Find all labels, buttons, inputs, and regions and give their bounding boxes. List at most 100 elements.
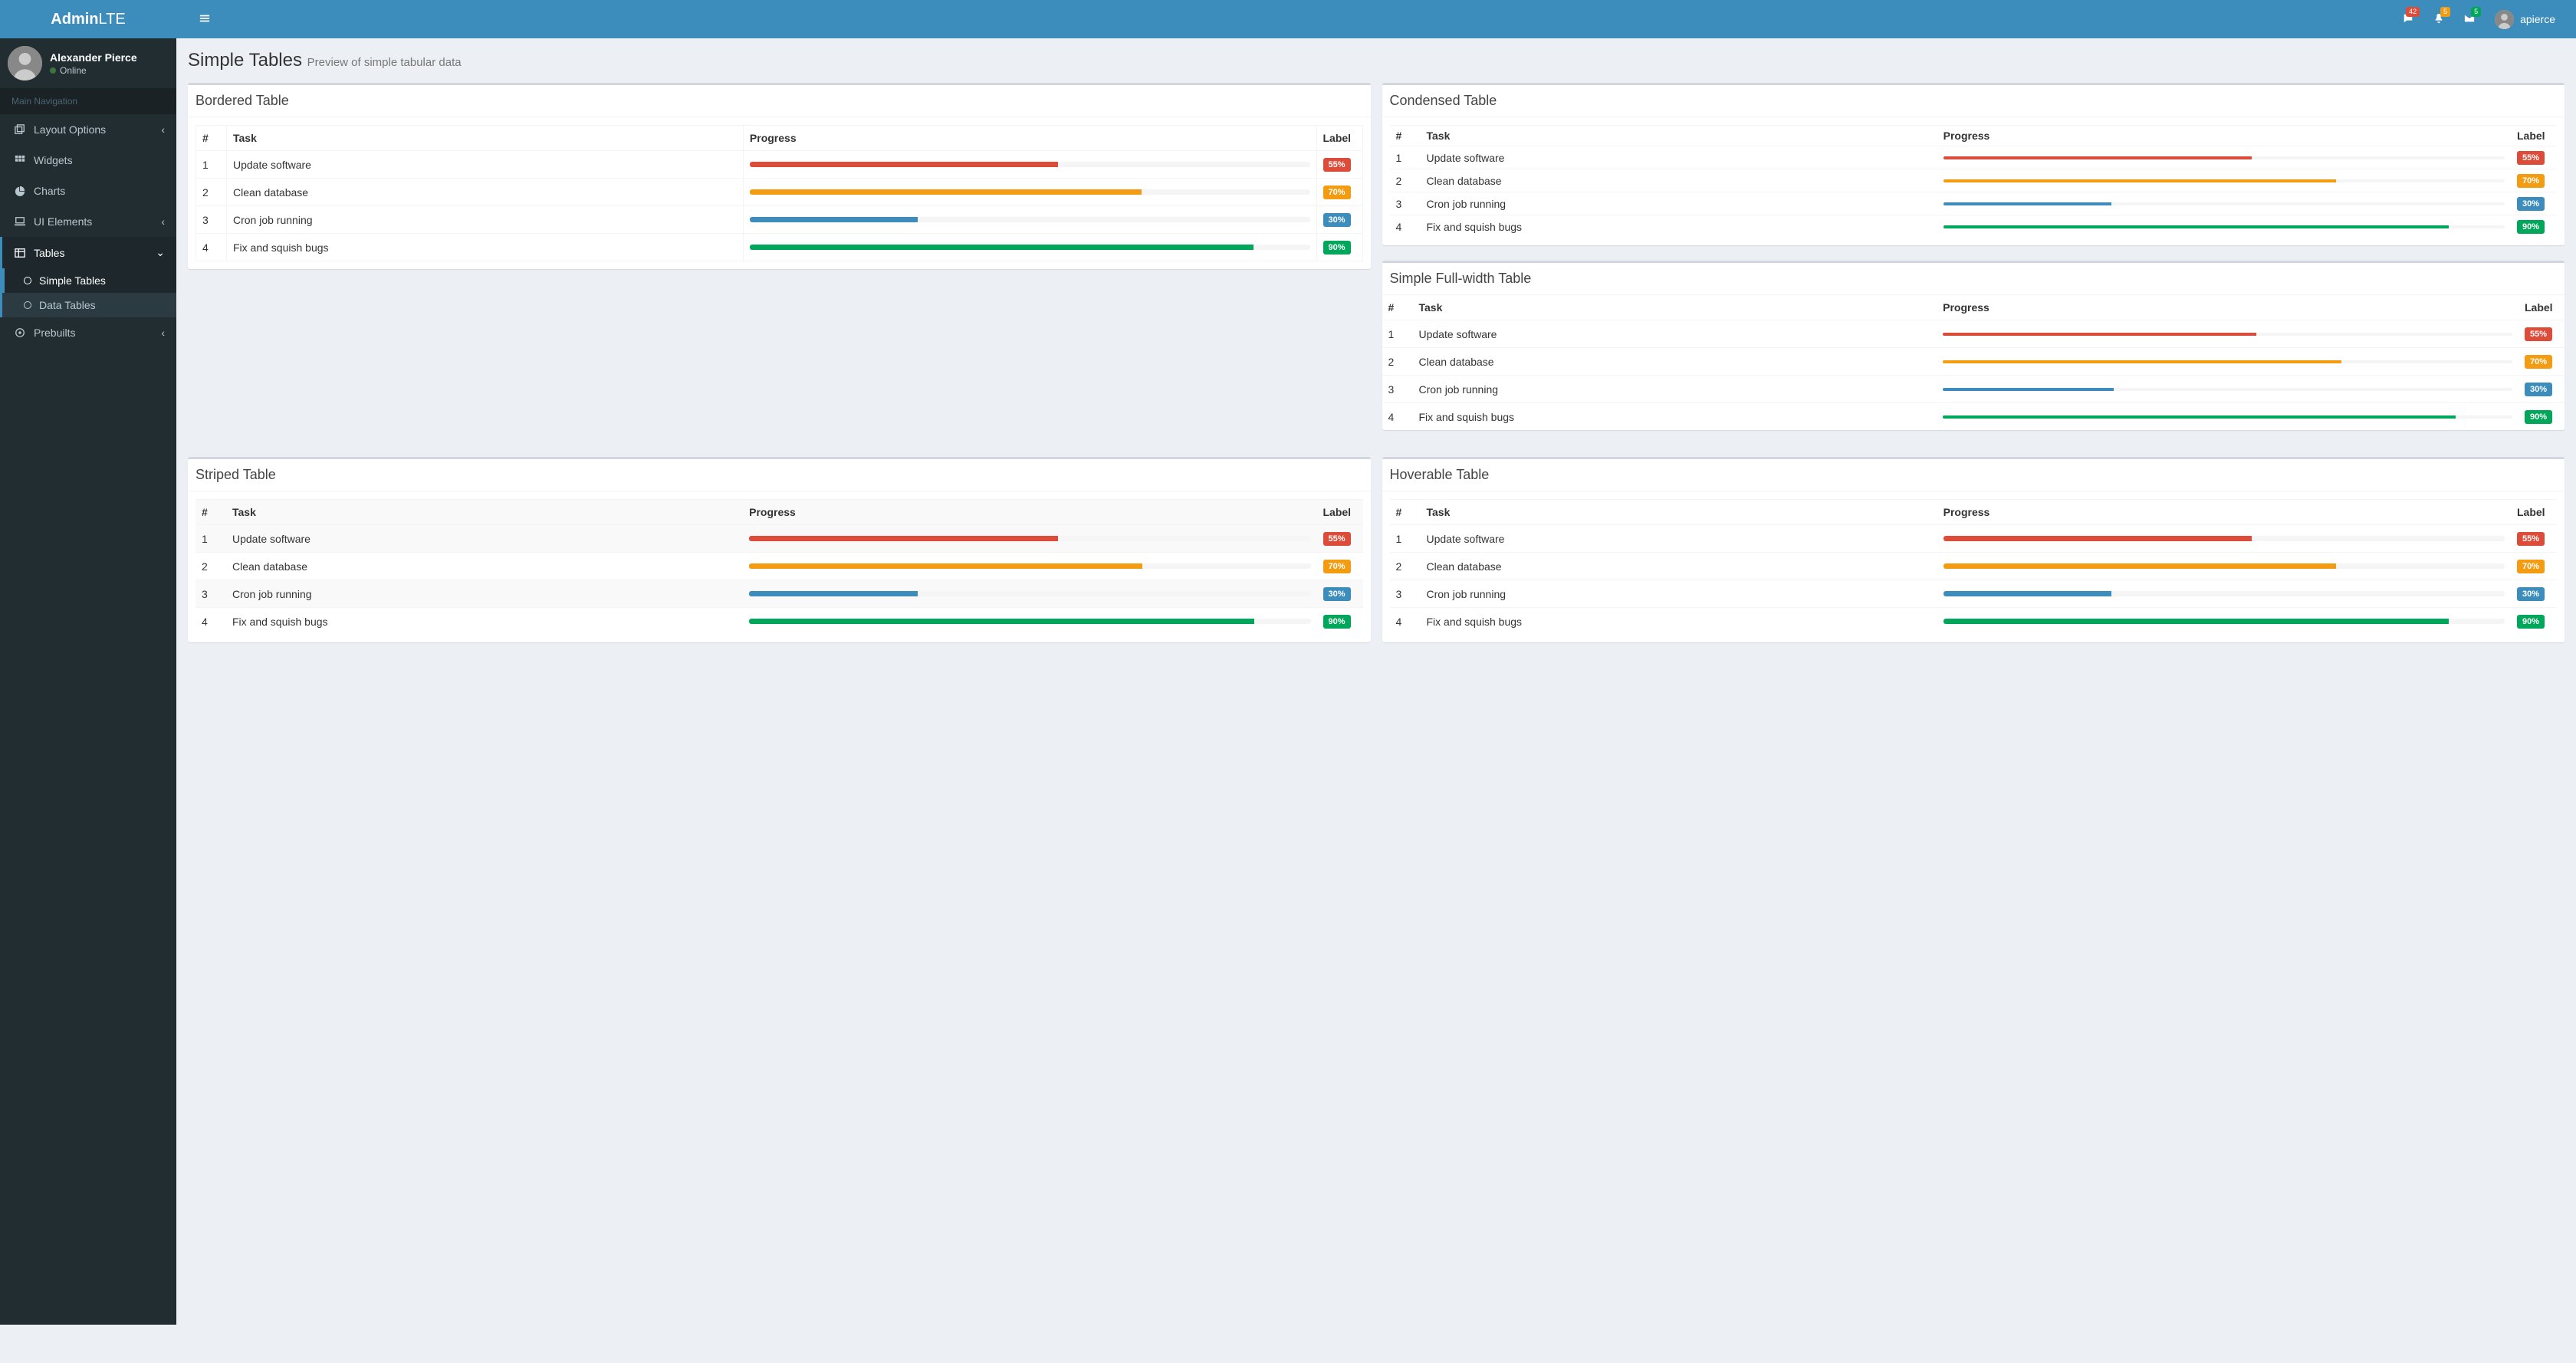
table-row: 4Fix and squish bugs90% bbox=[1390, 215, 2558, 238]
nav-user-menu[interactable]: apierce bbox=[2486, 10, 2564, 29]
row-num: 1 bbox=[1382, 320, 1413, 348]
row-progress bbox=[1937, 348, 2518, 376]
row-num: 3 bbox=[1382, 376, 1413, 403]
sidebar-item-label: Widgets bbox=[34, 154, 73, 166]
sidebar-item-prebuilts[interactable]: Prebuilts ‹ bbox=[0, 317, 176, 348]
row-progress bbox=[743, 608, 1316, 636]
sidebar-toggle-button[interactable] bbox=[188, 2, 222, 38]
col-label: Label bbox=[2511, 126, 2557, 146]
row-progress bbox=[743, 580, 1316, 608]
row-task: Update software bbox=[226, 525, 743, 553]
col-task: Task bbox=[226, 500, 743, 525]
sidebar-item-tables[interactable]: Tables ⌄ Simple Tables Data Tables bbox=[0, 237, 176, 317]
row-progress bbox=[1937, 320, 2518, 348]
table-row: 1Update software55% bbox=[196, 525, 1363, 553]
row-label: 90% bbox=[1316, 234, 1362, 261]
row-task: Clean database bbox=[1413, 348, 1937, 376]
sidebar-subitem-data-tables[interactable]: Data Tables bbox=[2, 293, 176, 317]
bordered-table: #TaskProgressLabel1Update software55%2Cl… bbox=[196, 125, 1363, 261]
hoverable-table: #TaskProgressLabel1Update software55%2Cl… bbox=[1390, 499, 2558, 635]
striped-table-box: Striped Table #TaskProgressLabel1Update … bbox=[188, 457, 1371, 642]
navbar: 42 5 5 apierce bbox=[176, 0, 2576, 38]
row-progress bbox=[1937, 192, 2511, 215]
sidebar-item-label: Data Tables bbox=[39, 299, 96, 311]
row-label: 70% bbox=[2518, 348, 2564, 376]
row-num: 4 bbox=[1390, 608, 1421, 636]
chevron-down-icon: ⌄ bbox=[156, 246, 165, 259]
row-task: Clean database bbox=[226, 553, 743, 580]
row-task: Fix and squish bugs bbox=[1413, 403, 1937, 431]
brand-light: LTE bbox=[99, 11, 126, 28]
page-title-text: Simple Tables bbox=[188, 50, 302, 71]
row-num: 3 bbox=[196, 580, 226, 608]
page-title: Simple Tables Preview of simple tabular … bbox=[188, 50, 2564, 71]
sidebar-item-label: Tables bbox=[34, 247, 64, 259]
sidebar-subitem-simple-tables[interactable]: Simple Tables bbox=[2, 268, 176, 293]
col-task: Task bbox=[1421, 126, 1937, 146]
row-num: 1 bbox=[196, 151, 227, 179]
row-label: 70% bbox=[2511, 169, 2557, 192]
row-num: 4 bbox=[196, 234, 227, 261]
row-task: Update software bbox=[1421, 525, 1937, 553]
row-label: 90% bbox=[2511, 215, 2557, 238]
dot-circle-icon bbox=[14, 327, 26, 338]
row-task: Clean database bbox=[1421, 553, 1937, 580]
row-label: 90% bbox=[1317, 608, 1363, 636]
sidebar-item-layout[interactable]: Layout Options ‹ bbox=[0, 114, 176, 145]
row-progress bbox=[743, 234, 1316, 261]
table-row: 3Cron job running30% bbox=[196, 206, 1363, 234]
sidebar-item-widgets[interactable]: Widgets bbox=[0, 145, 176, 176]
table-row: 4Fix and squish bugs90% bbox=[1390, 608, 2558, 636]
row-num: 1 bbox=[196, 525, 226, 553]
simple-full-table: #TaskProgressLabel1Update software55%2Cl… bbox=[1382, 295, 2565, 430]
row-label: 30% bbox=[1316, 206, 1362, 234]
row-num: 1 bbox=[1390, 146, 1421, 169]
table-row: 2Clean database70% bbox=[196, 553, 1363, 580]
pie-chart-icon bbox=[14, 186, 26, 196]
mail-badge: 5 bbox=[2471, 7, 2481, 17]
row-progress bbox=[743, 151, 1316, 179]
box-title: Simple Full-width Table bbox=[1390, 271, 2558, 287]
nav-messages[interactable]: 42 bbox=[2394, 2, 2423, 37]
sidebar-user-panel: Alexander Pierce Online bbox=[0, 38, 176, 88]
nav-notifications[interactable]: 5 bbox=[2424, 2, 2453, 37]
row-num: 2 bbox=[1382, 348, 1413, 376]
sidebar-user-name: Alexander Pierce bbox=[50, 51, 137, 64]
col-num: # bbox=[196, 126, 227, 151]
row-task: Clean database bbox=[227, 179, 744, 206]
content-wrapper: Simple Tables Preview of simple tabular … bbox=[176, 38, 2576, 1325]
username-label: apierce bbox=[2520, 13, 2555, 25]
sidebar-avatar bbox=[8, 46, 42, 80]
row-progress bbox=[743, 179, 1316, 206]
row-task: Fix and squish bugs bbox=[226, 608, 743, 636]
col-num: # bbox=[196, 500, 226, 525]
row-progress bbox=[1937, 403, 2518, 431]
col-label: Label bbox=[2518, 295, 2564, 320]
row-progress bbox=[743, 206, 1316, 234]
sidebar-item-label: Layout Options bbox=[34, 123, 106, 136]
messages-badge: 42 bbox=[2406, 7, 2420, 17]
row-task: Cron job running bbox=[1413, 376, 1937, 403]
brand-logo[interactable]: AdminLTE bbox=[0, 0, 176, 38]
sidebar-item-ui-elements[interactable]: UI Elements ‹ bbox=[0, 206, 176, 237]
circle-icon bbox=[24, 277, 31, 284]
table-row: 1Update software55% bbox=[1390, 525, 2558, 553]
notifications-badge: 5 bbox=[2440, 7, 2450, 17]
row-progress bbox=[1937, 146, 2511, 169]
navbar-right: 42 5 5 apierce bbox=[2394, 2, 2564, 37]
box-title: Bordered Table bbox=[196, 93, 1363, 109]
col-progress: Progress bbox=[743, 500, 1316, 525]
nav-mail[interactable]: 5 bbox=[2455, 2, 2484, 37]
chevron-left-icon: ‹ bbox=[161, 327, 165, 339]
sidebar-item-charts[interactable]: Charts bbox=[0, 176, 176, 206]
row-task: Update software bbox=[1421, 146, 1937, 169]
hoverable-table-box: Hoverable Table #TaskProgressLabel1Updat… bbox=[1382, 457, 2565, 642]
status-text: Online bbox=[60, 65, 87, 76]
row-num: 4 bbox=[1382, 403, 1413, 431]
table-row: 4Fix and squish bugs90% bbox=[1382, 403, 2565, 431]
row-task: Clean database bbox=[1421, 169, 1937, 192]
row-label: 30% bbox=[2518, 376, 2564, 403]
col-progress: Progress bbox=[1937, 126, 2511, 146]
row-progress bbox=[1937, 215, 2511, 238]
table-row: 4Fix and squish bugs90% bbox=[196, 608, 1363, 636]
